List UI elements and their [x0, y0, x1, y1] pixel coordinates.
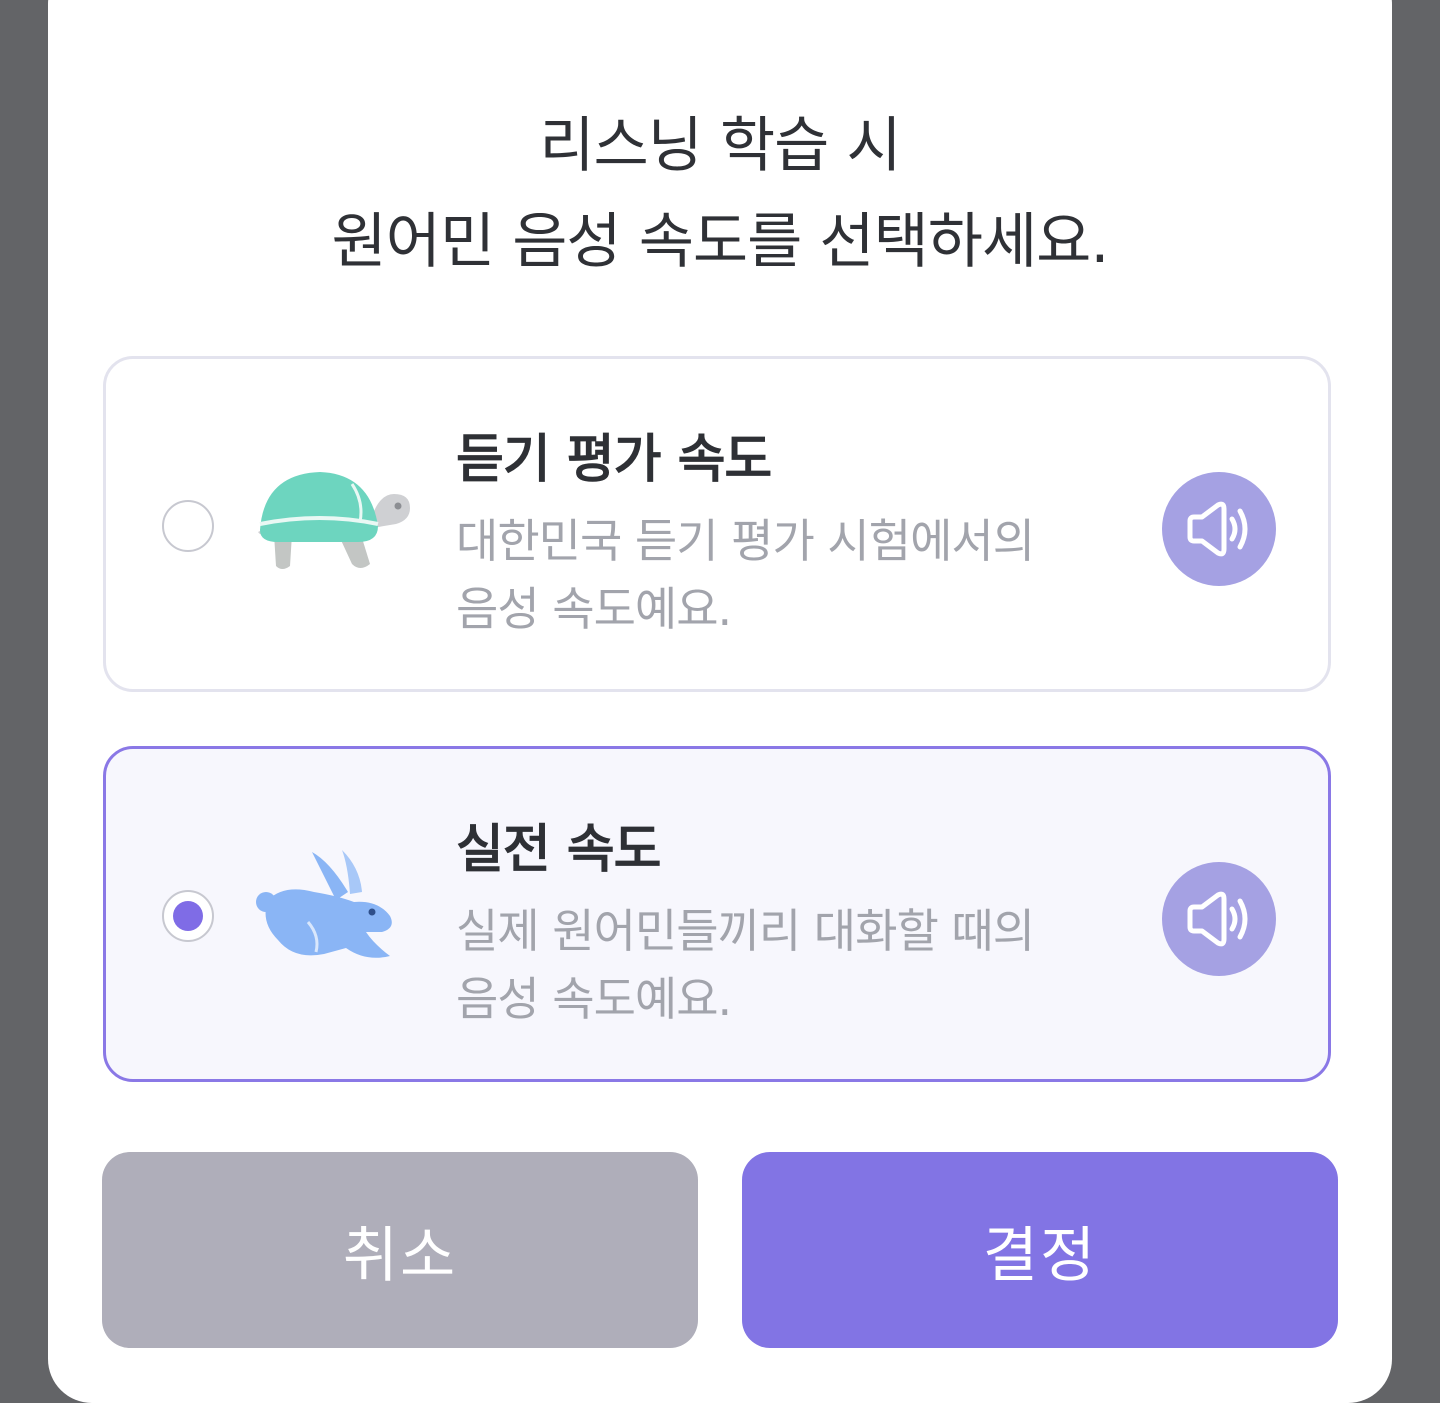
radio-listening-test-speed[interactable] [162, 500, 214, 552]
rabbit-icon [256, 850, 392, 958]
option-title: 듣기 평가 속도 [456, 430, 772, 490]
speaker-icon [1187, 501, 1248, 557]
radio-real-speed[interactable] [162, 890, 214, 942]
speaker-icon [1187, 891, 1248, 947]
option-real-speed[interactable]: 실전 속도 실제 원어민들끼리 대화할 때의 음성 속도예요. [103, 746, 1331, 1082]
option-description-line-2: 음성 속도예요. [456, 972, 732, 1026]
dialog-title-line-1: 리스닝 학습 시 [539, 111, 901, 181]
option-description-line-1: 대한민국 듣기 평가 시험에서의 [456, 514, 1035, 568]
confirm-button[interactable]: 결정 [742, 1152, 1338, 1348]
dialog-title: 리스닝 학습 시 원어민 음성 속도를 선택하세요. [0, 98, 1440, 290]
play-sample-button[interactable] [1162, 472, 1276, 586]
play-sample-button[interactable] [1162, 862, 1276, 976]
radio-selected-dot [173, 901, 203, 931]
dialog-title-line-2: 원어민 음성 속도를 선택하세요. [331, 207, 1110, 277]
option-description-line-1: 실제 원어민들끼리 대화할 때의 [456, 904, 1035, 958]
turtle-icon [258, 472, 410, 569]
option-description-line-2: 음성 속도예요. [456, 582, 732, 636]
cancel-button[interactable]: 취소 [102, 1152, 698, 1348]
option-description: 실제 원어민들끼리 대화할 때의 음성 속도예요. [456, 897, 1096, 1033]
option-description: 대한민국 듣기 평가 시험에서의 음성 속도예요. [456, 507, 1096, 643]
option-listening-test-speed[interactable]: 듣기 평가 속도 대한민국 듣기 평가 시험에서의 음성 속도예요. [103, 356, 1331, 692]
option-title: 실전 속도 [456, 820, 661, 880]
